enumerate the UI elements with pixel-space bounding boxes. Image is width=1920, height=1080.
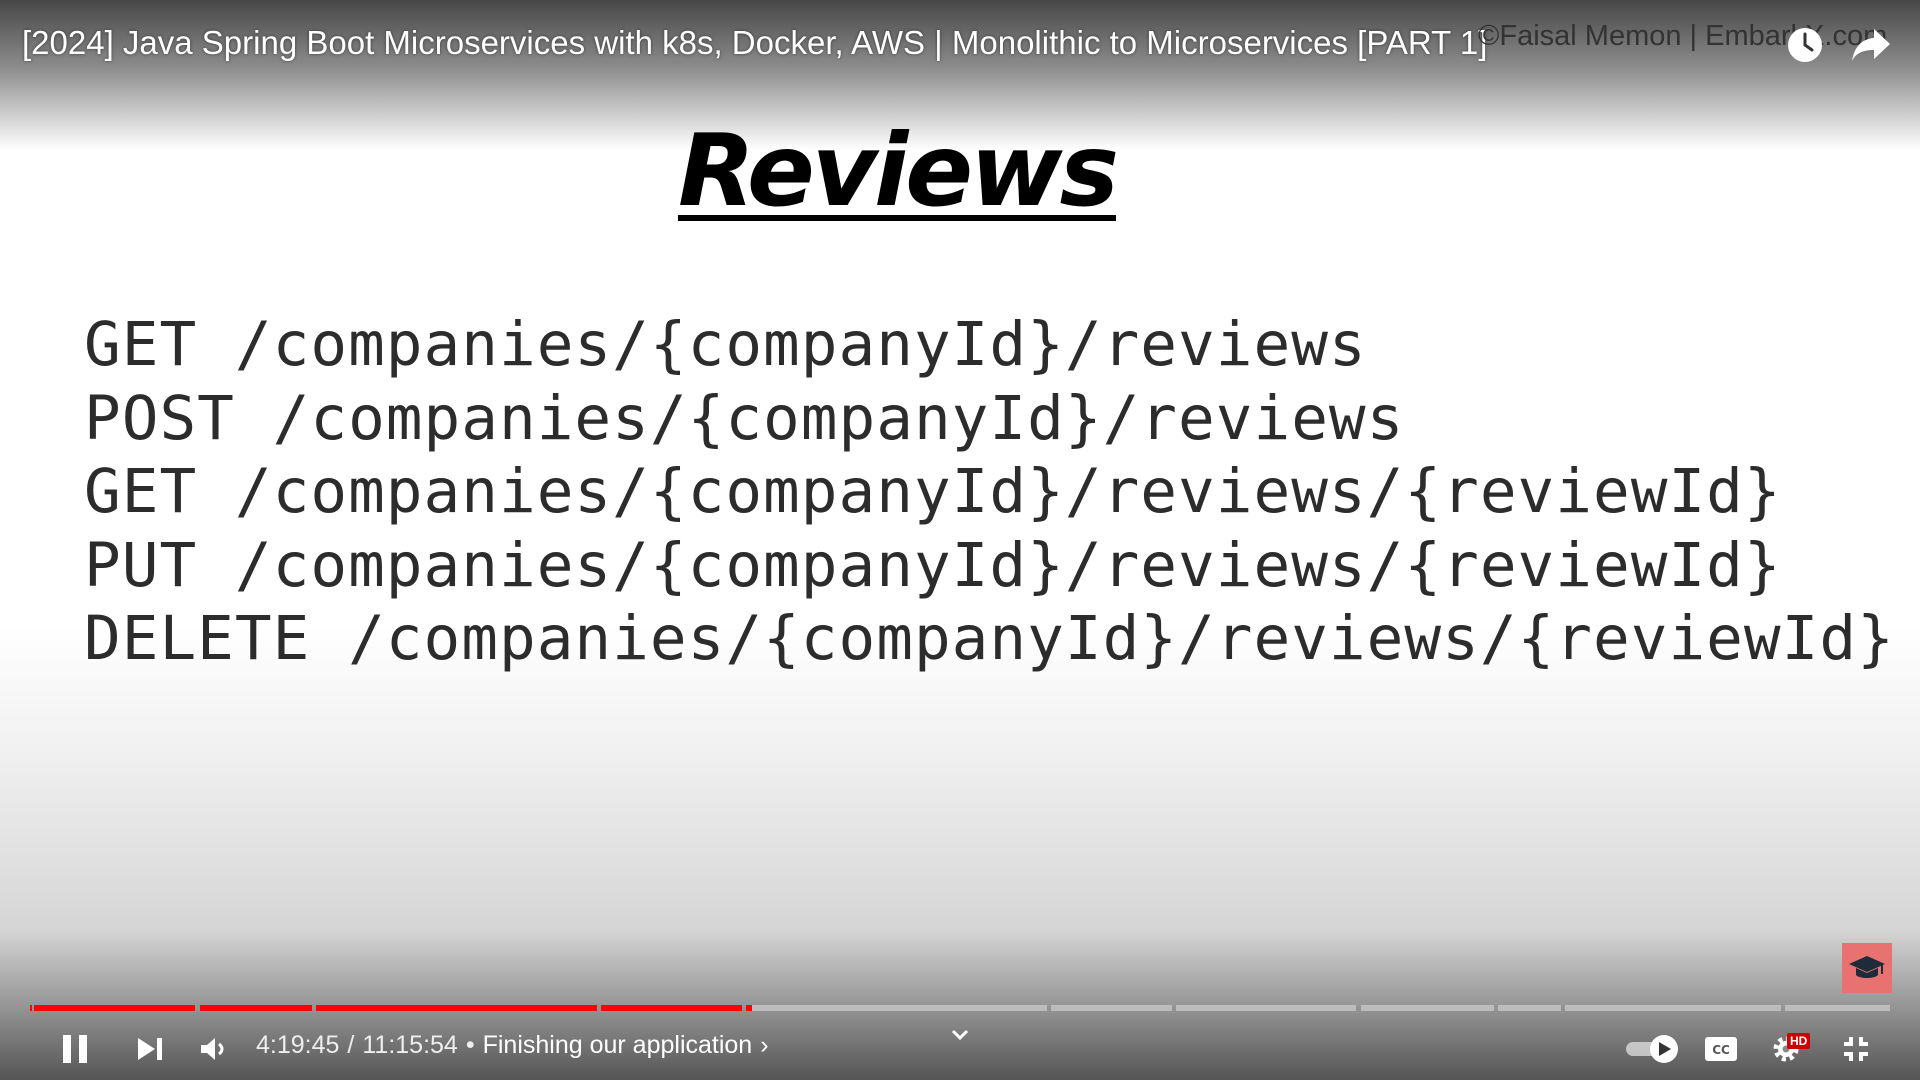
chapter-segment[interactable] bbox=[1565, 1005, 1781, 1011]
chevron-down-icon bbox=[951, 1029, 969, 1041]
chapter-separator: • bbox=[465, 1031, 475, 1059]
autoplay-toggle[interactable] bbox=[1623, 1032, 1681, 1066]
endpoint-line: GET /companies/{companyId}/reviews bbox=[84, 309, 1367, 380]
endpoint-line: DELETE /companies/{companyId}/reviews/{r… bbox=[84, 603, 1895, 674]
hd-badge: HD bbox=[1787, 1033, 1811, 1049]
chapter-segment[interactable] bbox=[34, 1005, 195, 1011]
share-arrow-icon bbox=[1852, 29, 1890, 61]
share-button[interactable] bbox=[1848, 22, 1894, 68]
endpoint-list: GET /companies/{companyId}/reviews POST … bbox=[84, 308, 1895, 676]
chapter-segment[interactable] bbox=[1498, 1005, 1561, 1011]
captions-button[interactable]: CC bbox=[1701, 1032, 1741, 1066]
played-fill bbox=[30, 1005, 32, 1011]
chapter-segment[interactable] bbox=[1785, 1005, 1890, 1011]
volume-button[interactable] bbox=[195, 1030, 233, 1068]
captions-icon: CC bbox=[1705, 1037, 1737, 1061]
exit-fullscreen-button[interactable] bbox=[1836, 1030, 1876, 1068]
clock-icon bbox=[1788, 28, 1822, 62]
volume-icon bbox=[201, 1038, 224, 1060]
video-player[interactable]: [2024] Java Spring Boot Microservices wi… bbox=[0, 0, 1920, 1080]
autoplay-toggle-icon bbox=[1626, 1035, 1678, 1063]
next-button[interactable] bbox=[131, 1030, 169, 1068]
time-separator: / bbox=[347, 1031, 355, 1059]
endpoint-line: GET /companies/{companyId}/reviews/{revi… bbox=[84, 456, 1782, 527]
next-track-icon bbox=[138, 1038, 162, 1060]
time-display: 4:19:45 / 11:15:54 • Finishing our appli… bbox=[256, 1031, 769, 1060]
watch-later-button[interactable] bbox=[1782, 22, 1828, 68]
chapter-segment[interactable] bbox=[1361, 1005, 1494, 1011]
chapter-segment[interactable] bbox=[30, 1005, 32, 1011]
video-title[interactable]: [2024] Java Spring Boot Microservices wi… bbox=[22, 24, 1487, 62]
played-fill bbox=[316, 1005, 597, 1011]
chapter-segment[interactable] bbox=[1051, 1005, 1172, 1011]
chapter-segment[interactable] bbox=[746, 1005, 1047, 1011]
endpoint-line: POST /companies/{companyId}/reviews bbox=[84, 382, 1405, 454]
svg-text:CC: CC bbox=[1712, 1043, 1730, 1057]
extension-button[interactable] bbox=[1842, 943, 1892, 993]
played-fill bbox=[601, 1005, 742, 1011]
chapter-title[interactable]: Finishing our application bbox=[483, 1031, 753, 1060]
chevron-right-icon[interactable]: › bbox=[760, 1031, 768, 1060]
progress-bar[interactable] bbox=[30, 1005, 1890, 1011]
exit-fullscreen-icon bbox=[1844, 1037, 1868, 1061]
chapter-segment[interactable] bbox=[316, 1005, 597, 1011]
pause-button[interactable] bbox=[54, 1028, 96, 1070]
played-fill bbox=[200, 1005, 312, 1011]
played-fill bbox=[746, 1005, 752, 1011]
pause-icon bbox=[63, 1035, 87, 1063]
chapters-toggle[interactable] bbox=[940, 1020, 980, 1050]
chapter-segment[interactable] bbox=[601, 1005, 742, 1011]
endpoint-line: PUT /companies/{companyId}/reviews/{revi… bbox=[84, 529, 1782, 601]
duration: 11:15:54 bbox=[362, 1031, 458, 1059]
slide-heading: Reviews bbox=[677, 112, 1119, 229]
played-fill bbox=[34, 1005, 195, 1011]
chapter-segment[interactable] bbox=[1176, 1005, 1356, 1011]
chapter-segment[interactable] bbox=[200, 1005, 312, 1011]
graduation-cap-icon bbox=[1849, 956, 1885, 978]
current-time: 4:19:45 bbox=[256, 1031, 340, 1059]
